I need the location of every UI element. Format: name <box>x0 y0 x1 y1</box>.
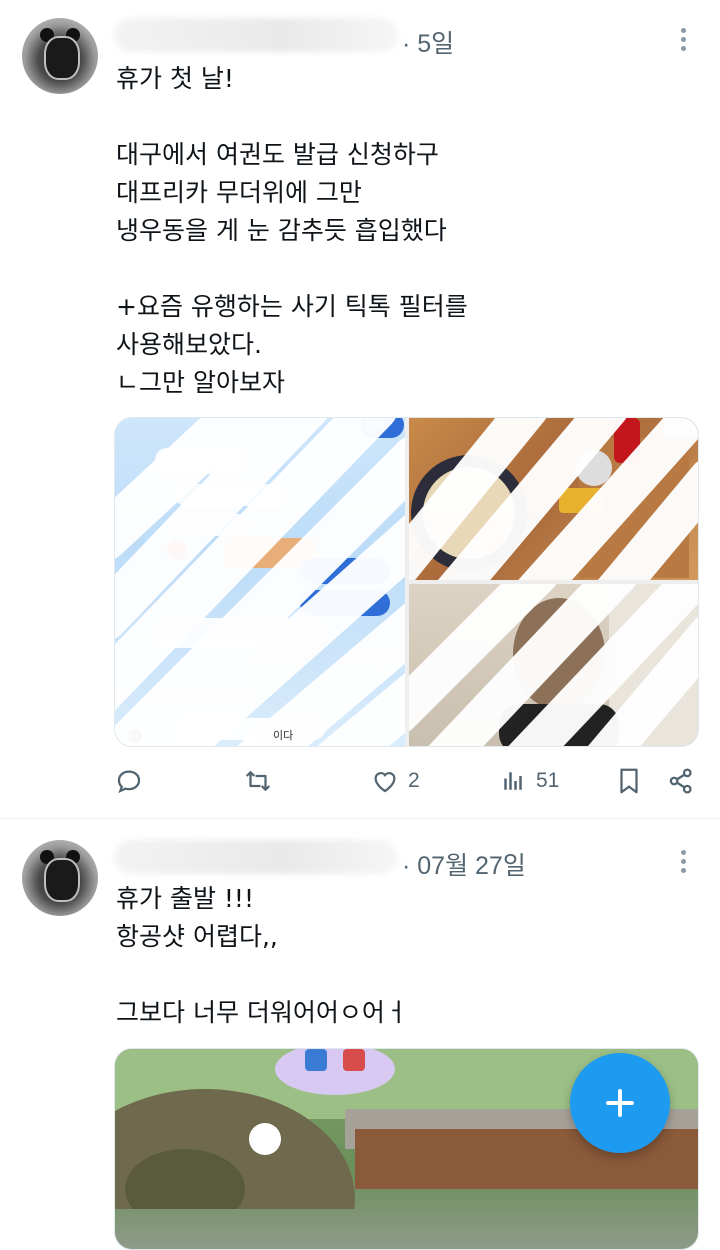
like-count: 2 <box>408 769 420 792</box>
like-button[interactable]: 2 <box>370 761 420 801</box>
media-image-selfie[interactable] <box>409 584 698 746</box>
reply-button[interactable] <box>114 761 152 801</box>
username-redacted[interactable] <box>114 18 398 52</box>
tweet-divider <box>0 818 720 819</box>
media-bottom-text: 이다 <box>273 729 294 742</box>
media-image-art <box>115 418 405 746</box>
views-button[interactable]: 51 <box>498 761 559 801</box>
avatar-face <box>44 858 80 902</box>
media-image-food[interactable] <box>409 418 698 580</box>
plus-icon <box>606 1089 634 1117</box>
username-redacted[interactable] <box>114 840 398 874</box>
bookmark-button[interactable] <box>614 761 644 801</box>
media-button-label: 가자 <box>365 422 384 433</box>
tweet[interactable]: · 5일 휴가 첫 날! 대구에서 여권도 발급 신청하구 대프리카 무더위에 … <box>0 0 720 815</box>
share-icon <box>669 768 692 794</box>
retweet-icon <box>245 771 271 791</box>
media-image-filter-chat[interactable]: 가자 이다 <box>115 418 405 746</box>
tweet-timestamp[interactable]: · 07월 27일 <box>402 846 526 882</box>
avatar-face <box>44 36 80 80</box>
views-icon <box>504 772 522 790</box>
media-grid[interactable]: 가자 이다 <box>114 417 699 747</box>
more-icon[interactable] <box>678 850 688 878</box>
avatar[interactable] <box>22 840 98 916</box>
compose-button[interactable] <box>570 1053 670 1153</box>
bookmark-icon <box>620 768 638 794</box>
share-button[interactable] <box>666 761 696 801</box>
tweet-text: 휴가 첫 날! 대구에서 여권도 발급 신청하구 대프리카 무더위에 그만 냉우… <box>116 64 468 397</box>
heart-icon <box>374 772 396 793</box>
view-count: 51 <box>536 769 560 792</box>
tweet-text: 휴가 출발 !!! 항공샷 어렵다,, 그보다 너무 더워어어ㅇ어ㅓ <box>116 884 408 1027</box>
avatar[interactable] <box>22 18 98 94</box>
media-image-art <box>409 584 698 746</box>
reply-icon <box>117 770 141 794</box>
media-image-art <box>409 418 698 580</box>
tweet-timestamp[interactable]: · 5일 <box>402 24 454 60</box>
retweet-button[interactable] <box>242 761 282 801</box>
tweet-actions: 2 51 <box>110 761 700 801</box>
more-icon[interactable] <box>678 28 688 56</box>
